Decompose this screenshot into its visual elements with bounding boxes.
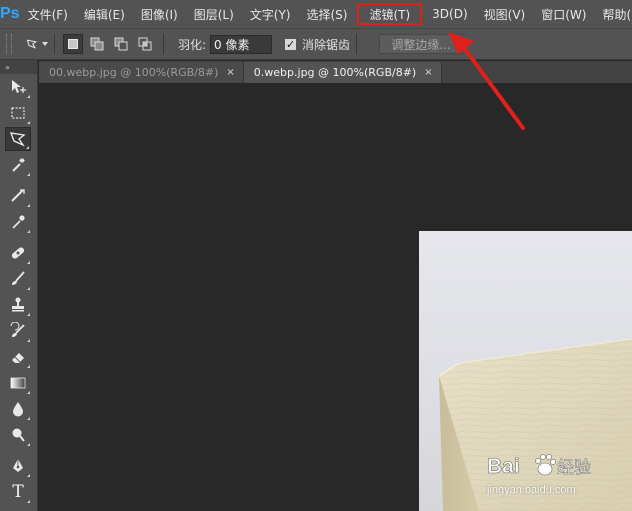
baidu-watermark: Bai 经验 — [487, 451, 607, 485]
tool-preset-picker[interactable] — [26, 34, 48, 54]
eraser-icon — [12, 353, 24, 363]
clone-stamp-tool[interactable] — [5, 293, 31, 317]
tab-label: 00.webp.jpg @ 100%(RGB/8#) — [49, 66, 219, 79]
tab-label: 0.webp.jpg @ 100%(RGB/8#) — [253, 66, 417, 79]
menu-window[interactable]: 窗口(W) — [533, 0, 594, 28]
close-icon[interactable]: × — [424, 67, 432, 78]
menu-view[interactable]: 视图(V) — [476, 0, 534, 28]
watermark-url: jingyan.baidu.com — [487, 484, 576, 496]
refine-edge-button[interactable]: 调整边缘... — [379, 34, 464, 54]
more-tools-corner-icon — [27, 443, 30, 446]
more-tools-corner-icon — [27, 261, 30, 264]
menu-image[interactable]: 图像(I) — [133, 0, 186, 28]
divider — [163, 34, 164, 54]
subtract-from-selection-icon — [114, 37, 128, 51]
more-tools-corner-icon — [26, 146, 29, 149]
divider — [356, 34, 358, 54]
polygonal-lasso-tool[interactable] — [5, 127, 31, 151]
watermark-brand: Bai — [487, 455, 520, 478]
clone-stamp-icon — [12, 297, 24, 312]
options-bar: 羽化: 0 像素 ✓ 消除锯齿 调整边缘... — [0, 28, 632, 60]
more-tools-corner-icon — [27, 173, 30, 176]
brush-icon — [12, 271, 25, 285]
eraser-tool[interactable] — [5, 345, 31, 369]
more-tools-corner-icon — [27, 417, 30, 420]
options-bar-grip[interactable] — [6, 34, 12, 54]
crop-tool[interactable] — [5, 184, 31, 208]
gradient-icon — [10, 377, 26, 389]
type-tool[interactable]: T — [5, 480, 31, 504]
more-tools-corner-icon — [27, 339, 30, 342]
feather-label: 羽化: — [178, 37, 207, 52]
menu-file[interactable]: 文件(F) — [20, 0, 76, 28]
photoshop-logo: Ps — [0, 5, 20, 22]
tab-document-2[interactable]: 0.webp.jpg @ 100%(RGB/8#) × — [243, 62, 442, 83]
feather-input[interactable]: 0 像素 — [210, 34, 273, 54]
add-to-selection-icon — [90, 37, 104, 51]
blur-icon — [13, 402, 23, 417]
close-icon[interactable]: × — [226, 67, 234, 78]
menu-3d[interactable]: 3D(D) — [424, 0, 475, 28]
magic-wand-icon — [12, 158, 25, 172]
blur-tool[interactable] — [5, 397, 31, 421]
more-tools-corner-icon — [27, 95, 30, 98]
more-tools-corner-icon — [27, 204, 30, 207]
menu-edit[interactable]: 编辑(E) — [76, 0, 133, 28]
checkmark-icon: ✓ — [285, 37, 296, 51]
more-tools-corner-icon — [27, 391, 30, 394]
toolbox-collapse-button[interactable]: » — [0, 60, 37, 74]
intersect-with-selection-icon — [138, 37, 152, 51]
move-icon — [12, 80, 26, 93]
history-brush-icon — [10, 322, 25, 337]
add-to-selection-button[interactable] — [87, 34, 107, 54]
new-selection-button[interactable] — [63, 34, 83, 54]
brush-tool[interactable] — [5, 267, 31, 291]
rect-marquee-icon — [11, 107, 25, 119]
eyedropper-tool[interactable] — [5, 210, 31, 234]
polygonal-lasso-icon — [26, 39, 38, 49]
antialias-label: 消除锯齿 — [302, 37, 351, 52]
history-brush-tool[interactable] — [5, 319, 31, 343]
menu-bar: Ps 文件(F) 编辑(E) 图像(I) 图层(L) 文字(Y) 选择(S) 滤… — [0, 0, 632, 28]
more-tools-corner-icon — [27, 121, 30, 124]
document-canvas[interactable] — [39, 83, 632, 511]
pen-icon — [13, 459, 23, 472]
more-tools-corner-icon — [27, 313, 30, 316]
document-tab-bar: 00.webp.jpg @ 100%(RGB/8#) × 0.webp.jpg … — [39, 61, 632, 83]
more-tools-corner-icon — [27, 365, 30, 368]
chevron-down-icon — [42, 42, 48, 46]
more-tools-corner-icon — [27, 287, 30, 290]
pen-tool[interactable] — [5, 454, 31, 478]
more-tools-corner-icon — [27, 230, 30, 233]
watermark-brand-suffix: 经验 — [557, 458, 591, 478]
photoshop-window: Ps 文件(F) 编辑(E) 图像(I) 图层(L) 文字(Y) 选择(S) 滤… — [0, 0, 632, 511]
healing-brush-tool[interactable] — [5, 241, 31, 265]
crop-icon — [11, 189, 25, 202]
polygonal-lasso-icon — [10, 132, 26, 147]
dodge-icon — [12, 428, 25, 442]
move-tool[interactable] — [5, 75, 31, 99]
divider — [54, 34, 55, 54]
intersect-with-selection-button[interactable] — [135, 34, 155, 54]
rect-marquee-tool[interactable] — [5, 101, 31, 125]
type-icon: T — [12, 482, 24, 502]
menu-layer[interactable]: 图层(L) — [186, 0, 242, 28]
menu-select[interactable]: 选择(S) — [298, 0, 355, 28]
toolbox: » T — [0, 60, 38, 511]
healing-brush-icon — [11, 247, 25, 259]
menu-filter[interactable]: 滤镜(T) — [357, 3, 423, 25]
antialias-checkbox[interactable]: ✓ — [284, 37, 298, 51]
magic-wand-tool[interactable] — [5, 153, 31, 177]
baidu-paw-logo: Bai 经验 — [487, 454, 591, 478]
more-tools-corner-icon — [27, 474, 30, 477]
gradient-tool[interactable] — [5, 371, 31, 395]
subtract-from-selection-button[interactable] — [111, 34, 131, 54]
tab-document-1[interactable]: 00.webp.jpg @ 100%(RGB/8#) × — [39, 62, 244, 83]
more-tools-corner-icon — [27, 500, 30, 503]
menu-type[interactable]: 文字(Y) — [242, 0, 299, 28]
new-selection-icon — [68, 39, 78, 49]
dodge-tool[interactable] — [5, 423, 31, 447]
menu-help[interactable]: 帮助(H) — [594, 0, 632, 28]
eyedropper-icon — [12, 215, 25, 229]
